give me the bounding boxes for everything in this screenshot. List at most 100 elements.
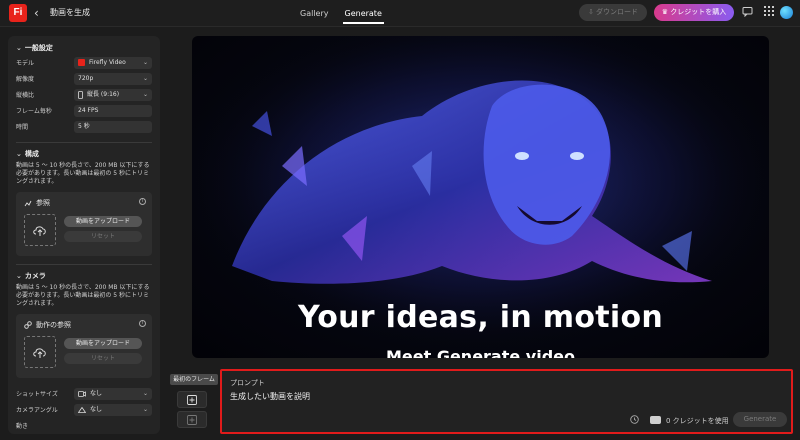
- fps-value: 24 FPS: [78, 106, 99, 114]
- divider: [16, 264, 152, 265]
- first-frame-tooltip: 最初のフレーム: [170, 374, 218, 385]
- duration-field[interactable]: 5 秒: [74, 120, 152, 133]
- chevron-down-icon: ⌄: [142, 389, 148, 397]
- cloud-upload-icon: [33, 348, 46, 358]
- reference-title: 参照: [24, 198, 50, 208]
- camera-angle-value: なし: [90, 405, 103, 413]
- settings-panel: ⌄ 一般設定 モデル Firefly Video ⌄ 解像度 720p ⌄ 縦横…: [8, 36, 160, 434]
- page-title: 動画を生成: [50, 8, 90, 17]
- fps-label: フレーム毎秒: [16, 108, 52, 115]
- aspect-label: 縦横比: [16, 92, 35, 99]
- info-icon[interactable]: i: [139, 198, 146, 205]
- model-label: モデル: [16, 60, 35, 67]
- chevron-down-icon: ⌄: [16, 150, 22, 158]
- model-row: モデル Firefly Video ⌄: [16, 55, 152, 70]
- camera-angle-row: カメラアングル なし ⌄: [16, 402, 152, 417]
- composition-description: 動画は 5 〜 10 秒の長さで、200 MB 以下にする必要があります。長い動…: [16, 162, 150, 185]
- fps-row: フレーム毎秒 24 FPS: [16, 103, 152, 118]
- chevron-down-icon: ⌄: [142, 58, 148, 66]
- chevron-down-icon: ⌄: [16, 272, 22, 280]
- motion-reference-title-text: 動作の参照: [36, 321, 71, 329]
- apps-grid-icon[interactable]: [762, 6, 776, 20]
- add-image-icon: [187, 394, 197, 405]
- model-select[interactable]: Firefly Video ⌄: [74, 56, 152, 69]
- motion-reset-button[interactable]: リセット: [64, 353, 142, 364]
- motion-reference-card: 動作の参照 i 動画をアップロード リセット: [16, 314, 152, 378]
- cloud-upload-icon: [33, 226, 46, 236]
- frames-column: 最初のフレーム: [170, 374, 218, 432]
- first-frame-button[interactable]: [177, 391, 207, 408]
- download-button[interactable]: ⇩ ダウンロード: [579, 4, 647, 21]
- section-title: 一般設定: [24, 44, 53, 52]
- reset-button[interactable]: リセット: [64, 231, 142, 242]
- shot-size-row: ショットサイズ なし ⌄: [16, 386, 152, 401]
- hero-title: Your ideas, in motion: [297, 300, 664, 335]
- camera-description: 動画は 5 〜 10 秒の長さで、200 MB 以下にする必要があります。長い動…: [16, 284, 150, 307]
- general-settings-header[interactable]: ⌄ 一般設定: [16, 42, 152, 54]
- motion-upload-video-button[interactable]: 動画をアップロード: [64, 338, 142, 349]
- tab-bar: Gallery Generate: [298, 0, 385, 27]
- history-icon[interactable]: [630, 415, 639, 427]
- chat-icon[interactable]: [740, 6, 754, 20]
- resolution-row: 解像度 720p ⌄: [16, 71, 152, 86]
- aspect-select[interactable]: 縦長 (9:16) ⌄: [74, 88, 152, 101]
- motion-link-icon: [24, 321, 32, 329]
- resolution-select[interactable]: 720p ⌄: [74, 72, 152, 85]
- camera-header[interactable]: ⌄ カメラ: [16, 270, 152, 282]
- chevron-down-icon: ⌄: [142, 405, 148, 413]
- camera-icon: [78, 390, 86, 397]
- last-frame-button[interactable]: [177, 411, 207, 428]
- chevron-down-icon: ⌄: [16, 44, 22, 52]
- section-title: 構成: [24, 150, 39, 158]
- chevron-down-icon: ⌄: [142, 74, 148, 82]
- shot-size-label: ショットサイズ: [16, 391, 58, 398]
- shot-size-select[interactable]: なし ⌄: [74, 387, 152, 400]
- prompt-input[interactable]: 生成したい動画を説明: [230, 391, 310, 402]
- duration-value: 5 秒: [78, 122, 90, 130]
- user-avatar[interactable]: [780, 6, 793, 19]
- camera-angle-icon: [78, 406, 86, 413]
- duration-label: 時間: [16, 124, 29, 131]
- add-image-icon: [187, 414, 197, 425]
- firefly-badge-icon: [78, 59, 85, 66]
- model-value: Firefly Video: [89, 58, 126, 66]
- info-icon[interactable]: i: [139, 320, 146, 327]
- resolution-value: 720p: [78, 74, 94, 82]
- back-arrow-icon[interactable]: ‹: [34, 4, 39, 22]
- upload-video-button[interactable]: 動画をアップロード: [64, 216, 142, 227]
- aspect-value: 縦長 (9:16): [87, 90, 120, 98]
- buy-credits-button[interactable]: ♛ クレジットを購入: [654, 4, 734, 21]
- fps-field[interactable]: 24 FPS: [74, 104, 152, 117]
- reference-icon: [24, 200, 32, 207]
- composition-header[interactable]: ⌄ 構成: [16, 148, 152, 160]
- duration-row: 時間 5 秒: [16, 119, 152, 134]
- prompt-box[interactable]: プロンプト 生成したい動画を説明 0 クレジットを使用 Generate: [220, 369, 793, 434]
- app-root: Fi ‹ 動画を生成 Gallery Generate ⇩ ダウンロード ♛ ク…: [0, 0, 800, 440]
- motion-label: 動き: [16, 423, 29, 430]
- prompt-label: プロンプト: [230, 379, 265, 387]
- camera-angle-select[interactable]: なし ⌄: [74, 403, 152, 416]
- portrait-icon: [78, 90, 83, 99]
- chevron-down-icon: ⌄: [142, 90, 148, 98]
- motion-upload-dropzone[interactable]: [24, 336, 56, 368]
- credits-usage: 0 クレジットを使用: [666, 417, 729, 425]
- video-preview[interactable]: Your ideas, in motion Meet Generate vide…: [192, 36, 769, 358]
- resolution-label: 解像度: [16, 76, 35, 83]
- generate-button[interactable]: Generate: [733, 412, 787, 427]
- aspect-row: 縦横比 縦長 (9:16) ⌄: [16, 87, 152, 102]
- motion-row: 動き: [16, 418, 152, 433]
- camera-angle-label: カメラアングル: [16, 407, 58, 414]
- top-bar: Fi ‹ 動画を生成 Gallery Generate ⇩ ダウンロード ♛ ク…: [0, 0, 800, 27]
- tab-generate[interactable]: Generate: [342, 0, 385, 27]
- firefly-logo[interactable]: Fi: [9, 4, 27, 22]
- divider: [16, 142, 152, 143]
- tab-gallery[interactable]: Gallery: [298, 0, 331, 27]
- motion-reference-title: 動作の参照: [24, 320, 71, 330]
- reference-title-text: 参照: [36, 199, 50, 207]
- hero-subtitle: Meet Generate video: [385, 347, 576, 358]
- section-title: カメラ: [24, 272, 46, 280]
- upload-dropzone[interactable]: [24, 214, 56, 246]
- credit-icon: [650, 416, 661, 424]
- reference-card: 参照 i 動画をアップロード リセット: [16, 192, 152, 256]
- shot-size-value: なし: [90, 389, 103, 397]
